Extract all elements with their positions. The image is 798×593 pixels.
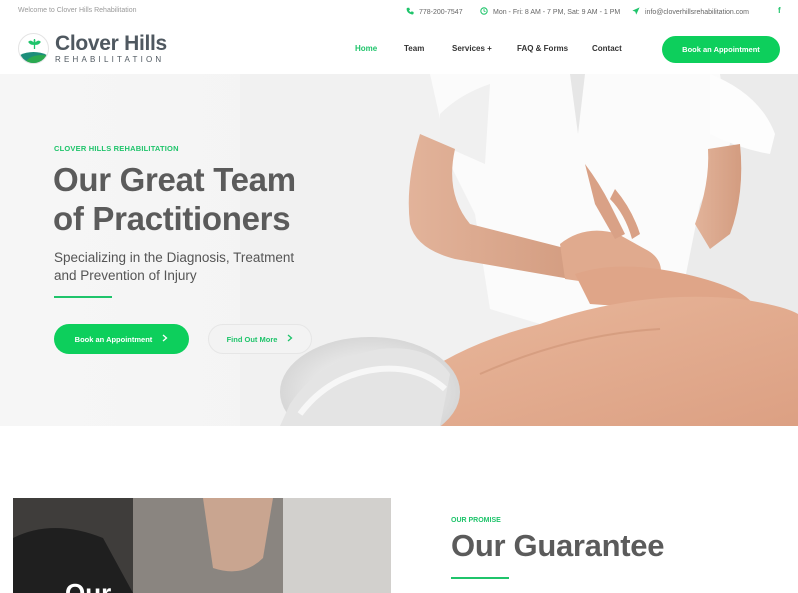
phone-number[interactable]: 778-200-7547: [419, 9, 463, 16]
promise-title: Our Guarantee: [451, 528, 665, 563]
hero-subtitle: Specializing in the Diagnosis, Treatment…: [54, 250, 295, 283]
nav-team[interactable]: Team: [404, 44, 424, 53]
welcome-text: Welcome to Clover Hills Rehabilitation: [18, 7, 137, 14]
clock-icon: [480, 7, 488, 17]
hero-section: CLOVER HILLS REHABILITATION Our Great Te…: [0, 74, 798, 426]
book-appointment-header-button[interactable]: Book an Appointment: [662, 36, 780, 63]
chevron-right-icon: [287, 334, 293, 345]
logo-subtitle: REHABILITATION: [55, 54, 165, 64]
hero-eyebrow: CLOVER HILLS REHABILITATION: [54, 144, 179, 153]
opening-hours: Mon - Fri: 8 AM - 7 PM, Sat: 9 AM - 1 PM: [493, 8, 621, 16]
book-appointment-button[interactable]: Book an Appointment: [54, 324, 189, 354]
hero-title: Our Great Team of Practitioners: [53, 161, 296, 237]
logo[interactable]: Clover Hills REHABILITATION: [18, 33, 167, 64]
clover-logo-icon: [18, 33, 49, 64]
top-bar: Welcome to Clover Hills Rehabilitation 7…: [0, 0, 798, 24]
promise-image-text: Our: [65, 578, 112, 593]
nav-home[interactable]: Home: [355, 44, 377, 53]
hours-info: Mon - Fri: 8 AM - 7 PM, Sat: 9 AM - 1 PM: [480, 7, 620, 17]
nav-contact[interactable]: Contact: [592, 44, 622, 53]
phone-info[interactable]: 778-200-7547: [406, 7, 463, 17]
paper-plane-icon: [632, 7, 640, 17]
nav-faq-forms[interactable]: FAQ & Forms: [517, 44, 568, 53]
find-out-more-button[interactable]: Find Out More: [208, 324, 312, 354]
promise-divider: [451, 577, 509, 579]
promise-image: Our: [13, 498, 391, 593]
email-address[interactable]: info@cloverhillsrehabilitation.com: [645, 9, 749, 16]
site-header: Clover Hills REHABILITATION Home Team Se…: [0, 24, 798, 74]
phone-icon: [406, 7, 414, 17]
promise-eyebrow: OUR PROMISE: [451, 517, 501, 524]
email-info[interactable]: info@cloverhillsrehabilitation.com: [632, 7, 749, 17]
hero-divider: [54, 296, 112, 298]
facebook-icon[interactable]: f: [778, 7, 781, 15]
page: Welcome to Clover Hills Rehabilitation 7…: [0, 0, 798, 593]
logo-title: Clover Hills: [55, 31, 167, 55]
chevron-right-icon: [162, 334, 168, 345]
nav-services[interactable]: Services +: [452, 44, 492, 53]
